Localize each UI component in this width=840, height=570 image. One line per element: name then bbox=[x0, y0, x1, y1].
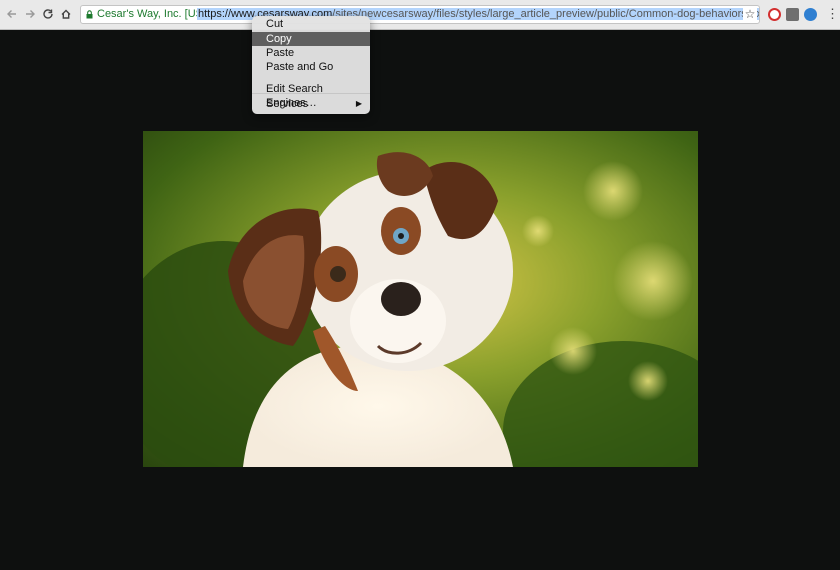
reload-icon[interactable] bbox=[40, 6, 56, 22]
dog-photo bbox=[143, 131, 698, 467]
chat-extension-icon[interactable] bbox=[786, 8, 799, 21]
puzzle-extension-icon[interactable] bbox=[804, 8, 817, 21]
menu-item-services-label: Services bbox=[266, 98, 309, 110]
home-icon[interactable] bbox=[58, 6, 74, 22]
menu-item-edit-search-engines[interactable]: Edit Search Engines… bbox=[252, 82, 370, 109]
menu-item-paste[interactable]: Paste bbox=[252, 46, 370, 60]
menu-dots-icon[interactable]: ⋮ bbox=[826, 6, 839, 22]
opera-extension-icon[interactable] bbox=[768, 8, 781, 21]
menu-item-paste-and-go[interactable]: Paste and Go bbox=[252, 60, 370, 74]
forward-icon[interactable] bbox=[22, 6, 38, 22]
menu-item-copy[interactable]: Copy bbox=[252, 32, 370, 46]
back-icon[interactable] bbox=[4, 6, 20, 22]
address-bar[interactable]: Cesar's Way, Inc. [US] https://www.cesar… bbox=[80, 5, 760, 24]
security-label: Cesar's Way, Inc. [US] bbox=[97, 8, 207, 20]
menu-item-cut[interactable]: Cut bbox=[252, 17, 370, 31]
browser-toolbar: Cesar's Way, Inc. [US] https://www.cesar… bbox=[0, 0, 840, 30]
context-menu: Cut Copy Paste Paste and Go Edit Search … bbox=[252, 16, 370, 114]
url-path: /sites/newcesarsway/files/styles/large_a… bbox=[332, 8, 759, 20]
bookmark-star-icon[interactable]: ☆ bbox=[743, 6, 757, 23]
submenu-arrow-icon: ▶ bbox=[355, 99, 362, 108]
menu-item-services[interactable]: Services ▶ bbox=[252, 97, 370, 111]
dog-photo-art bbox=[143, 131, 698, 467]
lock-icon bbox=[86, 10, 93, 19]
